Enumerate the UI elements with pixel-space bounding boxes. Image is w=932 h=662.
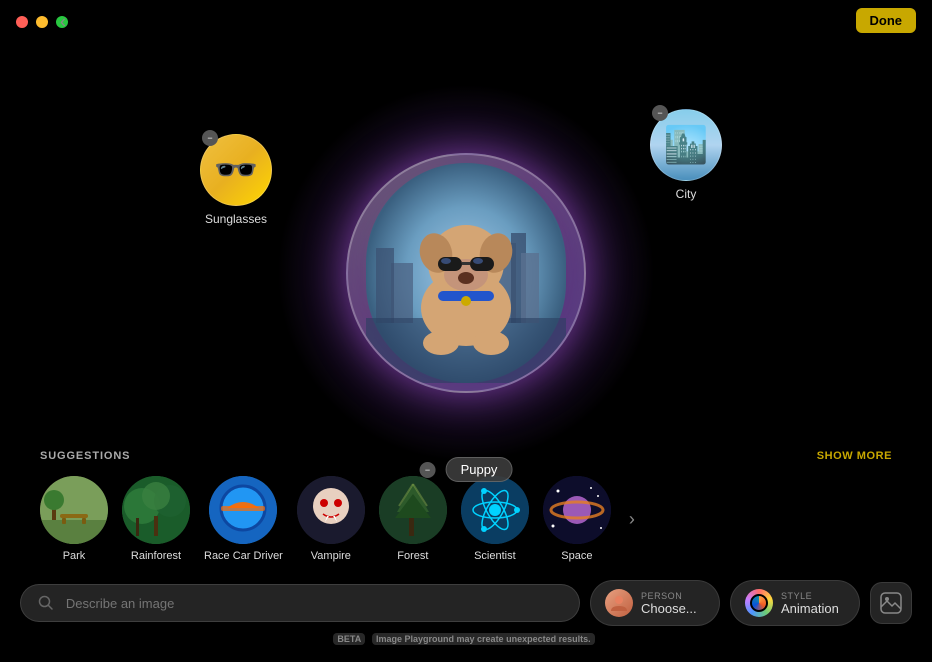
puppy-label-container: − Puppy (420, 457, 513, 482)
titlebar: ‹ Done (0, 0, 932, 44)
vampire-label: Vampire (311, 550, 351, 562)
search-icon (37, 593, 56, 613)
dog-image (366, 163, 566, 383)
suggestions-title: SUGGESTIONS (40, 450, 130, 462)
puppy-pill: Puppy (446, 457, 513, 482)
suggestion-forest[interactable]: Forest (379, 476, 447, 562)
search-svg (38, 595, 54, 611)
close-button[interactable] (16, 16, 28, 28)
suggestion-scientist[interactable]: Scientist (461, 476, 529, 562)
suggestion-vampire[interactable]: Vampire (297, 476, 365, 562)
show-more-button[interactable]: SHOW MORE (817, 450, 892, 462)
racecar-image (209, 476, 277, 544)
image-picker-icon (880, 592, 902, 614)
scientist-label: Scientist (474, 550, 516, 562)
toolbar-row: PERSON Choose... STYLE Animation (0, 572, 932, 634)
back-button[interactable]: ‹ (60, 12, 66, 33)
suggestion-rainforest[interactable]: Rainforest (122, 476, 190, 562)
park-label: Park (63, 550, 86, 562)
style-icon (745, 589, 773, 617)
tag-city[interactable]: − 🏙️ City (650, 109, 722, 201)
search-input-wrap[interactable] (20, 584, 580, 622)
city-label: City (676, 187, 697, 201)
style-icon-inner (750, 594, 768, 612)
beta-badge: BETA (333, 633, 365, 645)
done-button[interactable]: Done (856, 8, 917, 33)
image-picker-button[interactable] (870, 582, 912, 624)
space-label: Space (561, 550, 592, 562)
vampire-image (297, 476, 365, 544)
scientist-image (461, 476, 529, 544)
racecar-label: Race Car Driver (204, 550, 283, 562)
remove-puppy[interactable]: − (420, 462, 436, 478)
person-label: Choose... (641, 601, 697, 616)
beta-notice: BETA Image Playground may create unexpec… (0, 634, 932, 651)
canvas-area: − 🕶️ Sunglasses − 🏙️ City (0, 44, 932, 502)
park-image (40, 476, 108, 544)
suggestions-grid: Park Rainforest (40, 476, 892, 562)
forest-image (379, 476, 447, 544)
suggestion-park[interactable]: Park (40, 476, 108, 562)
bottom-toolbar: PERSON Choose... STYLE Animation BETA (0, 572, 932, 662)
center-bubble (346, 153, 586, 393)
person-button[interactable]: PERSON Choose... (590, 580, 720, 626)
person-text: PERSON Choose... (641, 591, 697, 616)
style-button[interactable]: STYLE Animation (730, 580, 860, 626)
style-text: STYLE Animation (781, 591, 839, 616)
rainforest-label: Rainforest (131, 550, 181, 562)
remove-sunglasses[interactable]: − (202, 130, 218, 146)
suggestion-space[interactable]: Space (543, 476, 611, 562)
style-label: Animation (781, 601, 839, 616)
person-sublabel: PERSON (641, 591, 697, 601)
search-input[interactable] (66, 596, 563, 611)
beta-text: Image Playground may create unexpected r… (372, 633, 595, 645)
forest-label: Forest (397, 550, 428, 562)
chevron-right-icon[interactable]: › (629, 509, 635, 530)
style-sublabel: STYLE (781, 591, 839, 601)
rainforest-image (122, 476, 190, 544)
person-avatar (605, 589, 633, 617)
sunglasses-label: Sunglasses (205, 212, 267, 226)
minimize-button[interactable] (36, 16, 48, 28)
remove-city[interactable]: − (652, 105, 668, 121)
space-image (543, 476, 611, 544)
tag-sunglasses[interactable]: − 🕶️ Sunglasses (200, 134, 272, 226)
suggestion-race-car-driver[interactable]: Race Car Driver (204, 476, 283, 562)
